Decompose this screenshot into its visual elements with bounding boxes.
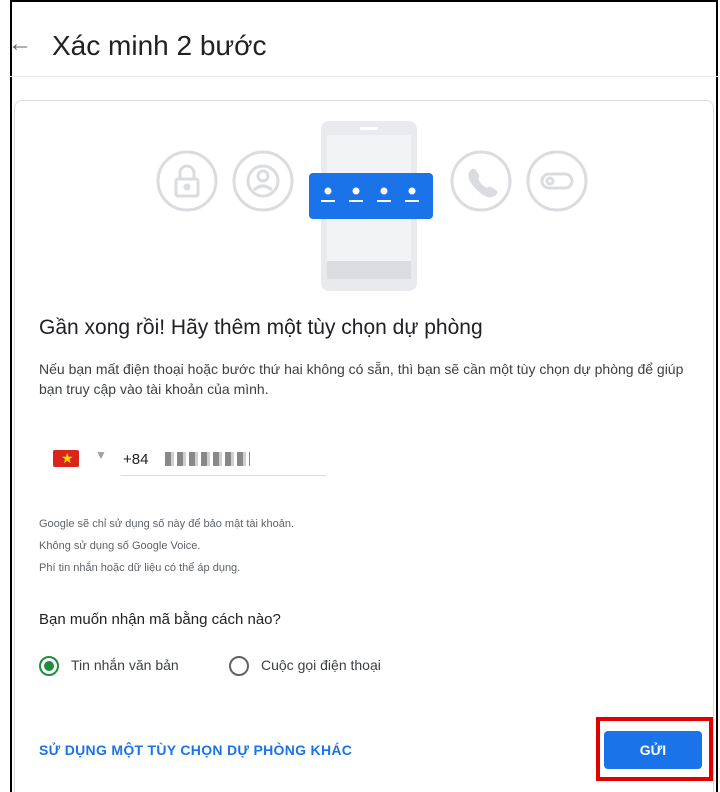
code-entry-card (309, 173, 433, 219)
arrow-left-icon[interactable]: ← (8, 30, 32, 58)
card-heading: Gần xong rồi! Hãy thêm một tùy chọn dự p… (39, 316, 483, 339)
phone-prefix: +84 (123, 451, 149, 468)
use-other-backup-link[interactable]: SỬ DỤNG MỘT TÙY CHỌN DỰ PHÒNG KHÁC (39, 742, 352, 758)
verification-illustration (156, 121, 588, 291)
key-circle-icon (526, 150, 588, 212)
note-line: Phí tin nhắn hoặc dữ liệu có thể áp dụng… (39, 562, 241, 574)
phone-number-redacted (165, 452, 250, 466)
send-button[interactable]: GỬI (604, 731, 702, 769)
card-description: Nếu bạn mất điện thoại hoặc bước thứ hai… (39, 361, 684, 397)
lock-circle-icon (156, 150, 218, 212)
backup-option-card: Gần xong rồi! Hãy thêm một tùy chọn dự p… (14, 100, 714, 792)
radio-text-message[interactable]: Tin nhắn văn bản (39, 654, 219, 678)
phone-circle-icon (450, 150, 512, 212)
radio-label: Tin nhắn văn bản (71, 657, 179, 673)
note-line: Google sẽ chỉ sử dụng số này để bảo mật … (39, 518, 295, 530)
chevron-down-icon[interactable]: ▼ (95, 448, 107, 462)
radio-checked-icon[interactable] (39, 656, 59, 676)
page-title: Xác minh 2 bước (52, 30, 267, 61)
key-icon (540, 172, 574, 190)
note-line: Không sử dụng số Google Voice. (39, 540, 201, 552)
header-divider (10, 76, 718, 77)
method-question: Bạn muốn nhận mã bằng cách nào? (39, 611, 281, 628)
lock-icon (174, 164, 200, 198)
radio-label: Cuộc gọi điện thoại (261, 657, 381, 673)
phone-notes: Google sẽ chỉ sử dụng số này để bảo mật … (39, 513, 294, 579)
header: ← Xác minh 2 bước (0, 20, 720, 76)
phone-number-row: ★ ▼ +84 (53, 446, 353, 476)
vietnam-flag-icon[interactable]: ★ (53, 450, 79, 467)
radio-phone-call[interactable]: Cuộc gọi điện thoại (229, 654, 429, 678)
user-icon (246, 164, 280, 198)
radio-unchecked-icon[interactable] (229, 656, 249, 676)
phone-handset-icon (468, 168, 498, 198)
